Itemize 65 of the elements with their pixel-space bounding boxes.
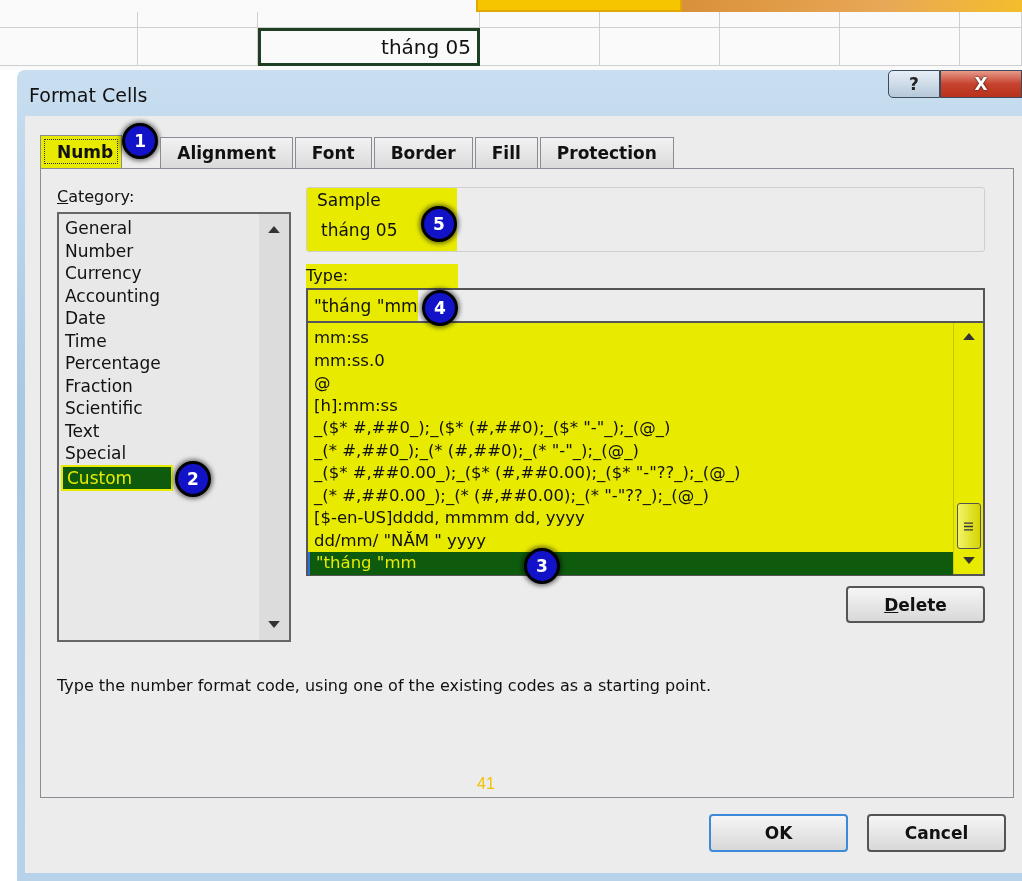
- grid-cell[interactable]: [720, 12, 840, 28]
- grid-cell[interactable]: [0, 12, 138, 28]
- sample-value: tháng 05: [320, 220, 398, 240]
- close-button[interactable]: X: [940, 70, 1022, 98]
- scroll-up-icon[interactable]: [268, 226, 280, 233]
- window-title: Format Cells: [28, 83, 148, 106]
- category-item[interactable]: Custom: [61, 464, 173, 491]
- active-cell[interactable]: tháng 05: [258, 28, 480, 66]
- format-item[interactable]: [h]:mm:ss: [308, 394, 953, 417]
- step-badge: 1: [122, 123, 159, 159]
- ok-button[interactable]: OK: [709, 814, 848, 852]
- format-item[interactable]: @: [308, 372, 953, 395]
- grid-cell[interactable]: [138, 12, 258, 28]
- tab[interactable]: Fill: [474, 137, 538, 168]
- grid-cell[interactable]: [258, 12, 480, 28]
- scrollbar[interactable]: [259, 214, 289, 640]
- grid-cell[interactable]: [600, 12, 720, 28]
- grid-cell[interactable]: [138, 28, 258, 66]
- category-item[interactable]: Percentage: [61, 352, 257, 375]
- category-item[interactable]: Currency: [61, 262, 257, 285]
- scroll-thumb[interactable]: [956, 503, 981, 549]
- tab[interactable]: Alignment: [160, 137, 293, 168]
- scroll-down-icon[interactable]: [268, 621, 280, 628]
- category-item[interactable]: Date: [61, 307, 257, 330]
- format-item[interactable]: mm:ss.0: [308, 349, 953, 372]
- scroll-down-icon[interactable]: [962, 557, 975, 564]
- category-label: Category:: [57, 187, 136, 206]
- category-item[interactable]: Scientific: [61, 397, 257, 420]
- format-item[interactable]: _(* #,##0.00_);_(* (#,##0.00);_(* "-"??_);_(@_): [308, 484, 953, 507]
- grid-cell[interactable]: [840, 28, 960, 66]
- grid-cell[interactable]: [480, 28, 600, 66]
- help-button[interactable]: ?: [888, 70, 940, 98]
- category-item[interactable]: Time: [61, 329, 257, 352]
- format-item[interactable]: _(* #,##0_);_(* (#,##0);_(* "-"_);_(@_): [308, 439, 953, 462]
- grid-cell[interactable]: [600, 28, 720, 66]
- step-badge: 3: [524, 548, 560, 584]
- format-item[interactable]: _($* #,##0.00_);_($* (#,##0.00);_($* "-"??_);_(@_): [308, 462, 953, 485]
- grid-cell[interactable]: [480, 12, 600, 28]
- tab[interactable]: Protection: [539, 137, 674, 168]
- tab[interactable]: Numb: [40, 135, 123, 168]
- step-badge: 4: [422, 290, 458, 326]
- sample-label: Sample: [317, 190, 382, 210]
- format-item[interactable]: mm:ss: [308, 327, 953, 350]
- format-item[interactable]: [$-en-US]dddd, mmmm dd, yyyy: [308, 507, 953, 530]
- scrollbar[interactable]: [953, 323, 983, 574]
- category-item[interactable]: Accounting: [61, 284, 257, 307]
- grid-cell[interactable]: [960, 28, 1022, 66]
- type-label: Type:: [306, 266, 349, 285]
- description-text: Type the number format code, using one of the existing codes as a starting point.: [57, 676, 712, 695]
- page-number: 41: [477, 775, 495, 793]
- tab[interactable]: Font: [294, 137, 372, 168]
- tab[interactable]: Border: [373, 137, 473, 168]
- category-item[interactable]: Number: [61, 239, 257, 262]
- delete-button[interactable]: Delete: [846, 586, 985, 623]
- scroll-up-icon[interactable]: [962, 333, 975, 340]
- format-item[interactable]: _($* #,##0_);_($* (#,##0);_($* "-"_);_(@_): [308, 417, 953, 440]
- cancel-button[interactable]: Cancel: [867, 814, 1006, 852]
- grid-cell[interactable]: [0, 28, 138, 66]
- category-item[interactable]: Text: [61, 419, 257, 442]
- grid-cell[interactable]: [840, 12, 960, 28]
- step-badge: 2: [175, 460, 211, 497]
- grid-cell[interactable]: [960, 12, 1022, 28]
- category-item[interactable]: Fraction: [61, 374, 257, 397]
- category-item[interactable]: General: [61, 217, 257, 240]
- grid-cell[interactable]: [720, 28, 840, 66]
